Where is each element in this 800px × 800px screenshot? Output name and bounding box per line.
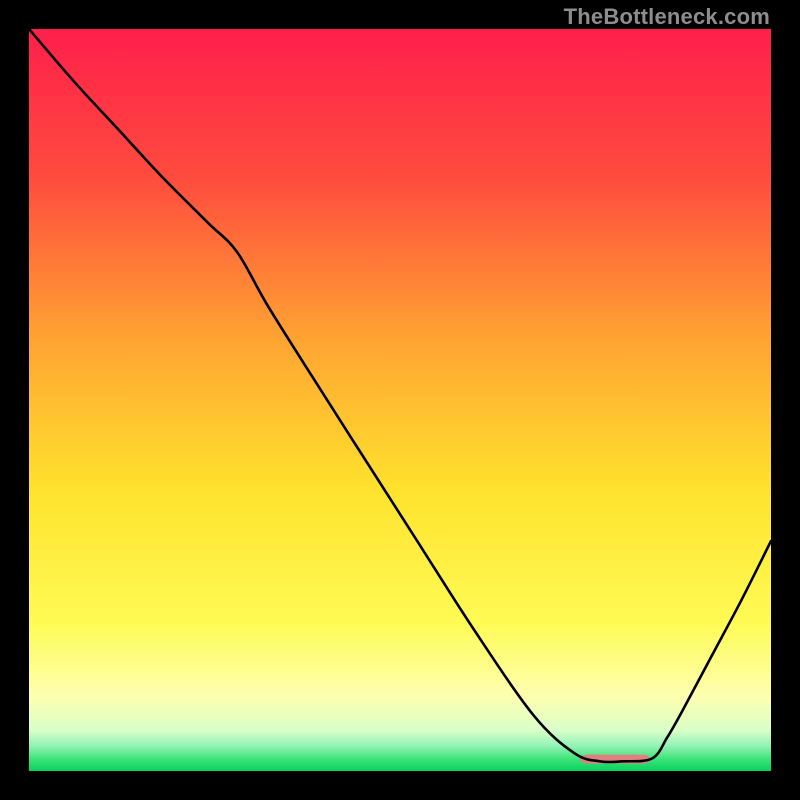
- plot-area: [29, 29, 771, 771]
- gradient-background: [29, 29, 771, 771]
- chart-frame: TheBottleneck.com: [0, 0, 800, 800]
- watermark-text: TheBottleneck.com: [564, 4, 770, 30]
- bottleneck-chart: [29, 29, 771, 771]
